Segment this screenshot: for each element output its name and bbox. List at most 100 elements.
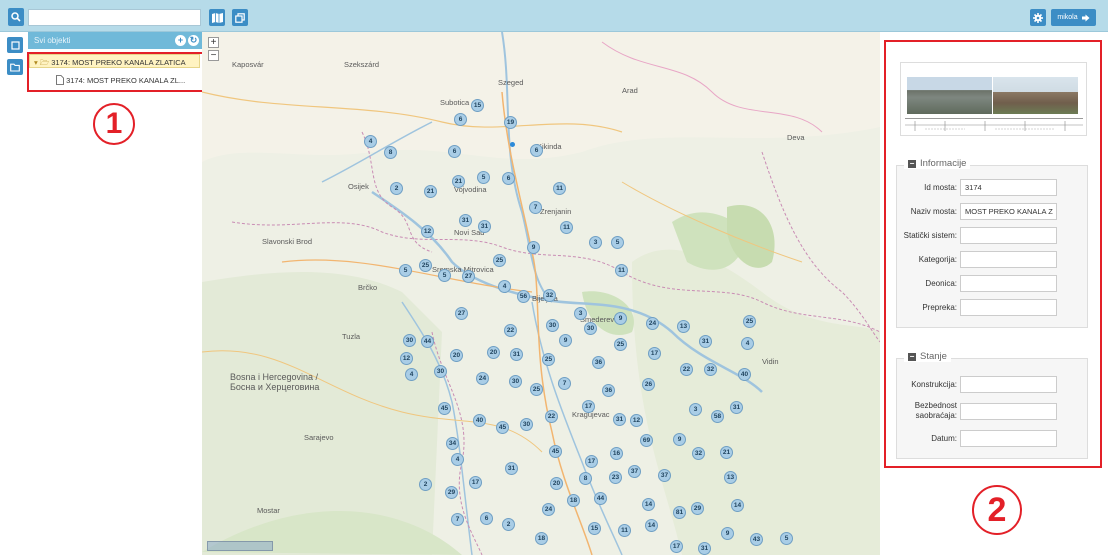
- field-input[interactable]: [960, 251, 1057, 268]
- marker-cluster[interactable]: 12: [421, 225, 434, 238]
- marker-cluster[interactable]: 13: [677, 320, 690, 333]
- marker-cluster[interactable]: 14: [731, 499, 744, 512]
- marker-cluster[interactable]: 27: [455, 307, 468, 320]
- layers-button[interactable]: [232, 9, 248, 26]
- marker-cluster[interactable]: 18: [567, 494, 580, 507]
- marker-cluster[interactable]: 26: [642, 378, 655, 391]
- marker-cluster[interactable]: 7: [529, 201, 542, 214]
- marker-cluster[interactable]: 5: [477, 171, 490, 184]
- marker-cluster[interactable]: 22: [504, 324, 517, 337]
- marker-cluster[interactable]: 30: [546, 319, 559, 332]
- marker-cluster[interactable]: 15: [588, 522, 601, 535]
- marker-cluster[interactable]: 20: [550, 477, 563, 490]
- field-input[interactable]: [960, 430, 1057, 447]
- marker-cluster[interactable]: 30: [520, 418, 533, 431]
- marker-cluster[interactable]: 4: [451, 453, 464, 466]
- strip-window-button[interactable]: [7, 37, 23, 53]
- marker-cluster[interactable]: 11: [615, 264, 628, 277]
- marker-cluster[interactable]: 11: [553, 182, 566, 195]
- marker-cluster[interactable]: 4: [405, 368, 418, 381]
- marker-cluster[interactable]: 6: [448, 145, 461, 158]
- marker-cluster[interactable]: 21: [452, 175, 465, 188]
- marker-cluster[interactable]: 12: [630, 414, 643, 427]
- marker-cluster[interactable]: 19: [504, 116, 517, 129]
- add-icon[interactable]: +: [175, 35, 186, 46]
- marker-cluster[interactable]: 9: [559, 334, 572, 347]
- field-input[interactable]: [960, 403, 1057, 420]
- marker-cluster[interactable]: 31: [699, 335, 712, 348]
- field-input[interactable]: 3174: [960, 179, 1057, 196]
- user-logout-button[interactable]: mikola: [1051, 9, 1096, 26]
- marker-cluster[interactable]: 30: [403, 334, 416, 347]
- marker-cluster[interactable]: 32: [692, 447, 705, 460]
- zoom-out-button[interactable]: −: [208, 50, 219, 61]
- marker-cluster[interactable]: 31: [505, 462, 518, 475]
- marker-cluster[interactable]: 4: [741, 337, 754, 350]
- settings-button[interactable]: [1030, 9, 1046, 26]
- marker-cluster[interactable]: 25: [743, 315, 756, 328]
- marker-cluster[interactable]: 25: [614, 338, 627, 351]
- marker-cluster[interactable]: 5: [438, 269, 451, 282]
- marker-cluster[interactable]: 6: [454, 113, 467, 126]
- marker-cluster[interactable]: 6: [530, 144, 543, 157]
- marker-cluster[interactable]: 25: [530, 383, 543, 396]
- field-input[interactable]: [960, 275, 1057, 292]
- marker-cluster[interactable]: 15: [471, 99, 484, 112]
- marker-cluster[interactable]: 6: [480, 512, 493, 525]
- marker-cluster[interactable]: 31: [459, 214, 472, 227]
- marker-cluster[interactable]: 32: [543, 289, 556, 302]
- marker-cluster[interactable]: 22: [680, 363, 693, 376]
- marker-cluster[interactable]: 6: [502, 172, 515, 185]
- marker-cluster[interactable]: 17: [670, 540, 683, 553]
- marker-cluster[interactable]: 3: [689, 403, 702, 416]
- marker-cluster[interactable]: 31: [478, 220, 491, 233]
- marker-cluster[interactable]: 21: [720, 446, 733, 459]
- bridge-drawing-image[interactable]: [900, 62, 1087, 136]
- marker-cluster[interactable]: 25: [493, 254, 506, 267]
- marker-cluster[interactable]: 17: [648, 347, 661, 360]
- marker-cluster[interactable]: 27: [462, 270, 475, 283]
- marker-cluster[interactable]: 18: [535, 532, 548, 545]
- marker-cluster[interactable]: 37: [628, 465, 641, 478]
- marker-cluster[interactable]: 7: [451, 513, 464, 526]
- marker-cluster[interactable]: 11: [618, 524, 631, 537]
- marker-cluster[interactable]: 16: [610, 447, 623, 460]
- marker-cluster[interactable]: 31: [730, 401, 743, 414]
- marker-cluster[interactable]: 8: [384, 146, 397, 159]
- marker-cluster[interactable]: 2: [419, 478, 432, 491]
- info-legend[interactable]: − Informacije: [904, 158, 971, 169]
- refresh-icon[interactable]: ↻: [188, 35, 199, 46]
- marker-cluster[interactable]: 23: [609, 471, 622, 484]
- marker-cluster[interactable]: 37: [658, 469, 671, 482]
- marker-cluster[interactable]: 3: [574, 307, 587, 320]
- field-input[interactable]: [960, 227, 1057, 244]
- marker-cluster[interactable]: 13: [724, 471, 737, 484]
- marker-cluster[interactable]: 17: [582, 400, 595, 413]
- marker-cluster[interactable]: 32: [704, 363, 717, 376]
- map-view[interactable]: Kaposvár Szekszárd Szeged Arad Subotica Kikin…: [202, 32, 880, 555]
- marker-cluster[interactable]: 24: [646, 317, 659, 330]
- marker-cluster[interactable]: 9: [673, 433, 686, 446]
- marker-cluster[interactable]: 29: [445, 486, 458, 499]
- marker-cluster[interactable]: 7: [558, 377, 571, 390]
- marker-cluster[interactable]: 22: [545, 410, 558, 423]
- marker-cluster[interactable]: 29: [691, 502, 704, 515]
- marker-cluster[interactable]: 45: [438, 402, 451, 415]
- marker-cluster[interactable]: 31: [510, 348, 523, 361]
- field-input[interactable]: MOST PREKO KANALA Z: [960, 203, 1057, 220]
- field-input[interactable]: [960, 299, 1057, 316]
- marker-cluster[interactable]: 45: [496, 421, 509, 434]
- marker-cluster[interactable]: 4: [364, 135, 377, 148]
- marker-cluster[interactable]: 25: [419, 259, 432, 272]
- marker-cluster[interactable]: 2: [502, 518, 515, 531]
- marker-cluster[interactable]: 24: [542, 503, 555, 516]
- marker-cluster[interactable]: 30: [509, 375, 522, 388]
- zoom-in-button[interactable]: +: [208, 37, 219, 48]
- search-input[interactable]: [28, 9, 201, 26]
- map-view-button[interactable]: [209, 9, 225, 26]
- marker-cluster[interactable]: 20: [487, 346, 500, 359]
- marker-cluster[interactable]: 20: [450, 349, 463, 362]
- marker-cluster[interactable]: 34: [446, 437, 459, 450]
- marker-cluster[interactable]: 5: [399, 264, 412, 277]
- marker-cluster[interactable]: 4: [498, 280, 511, 293]
